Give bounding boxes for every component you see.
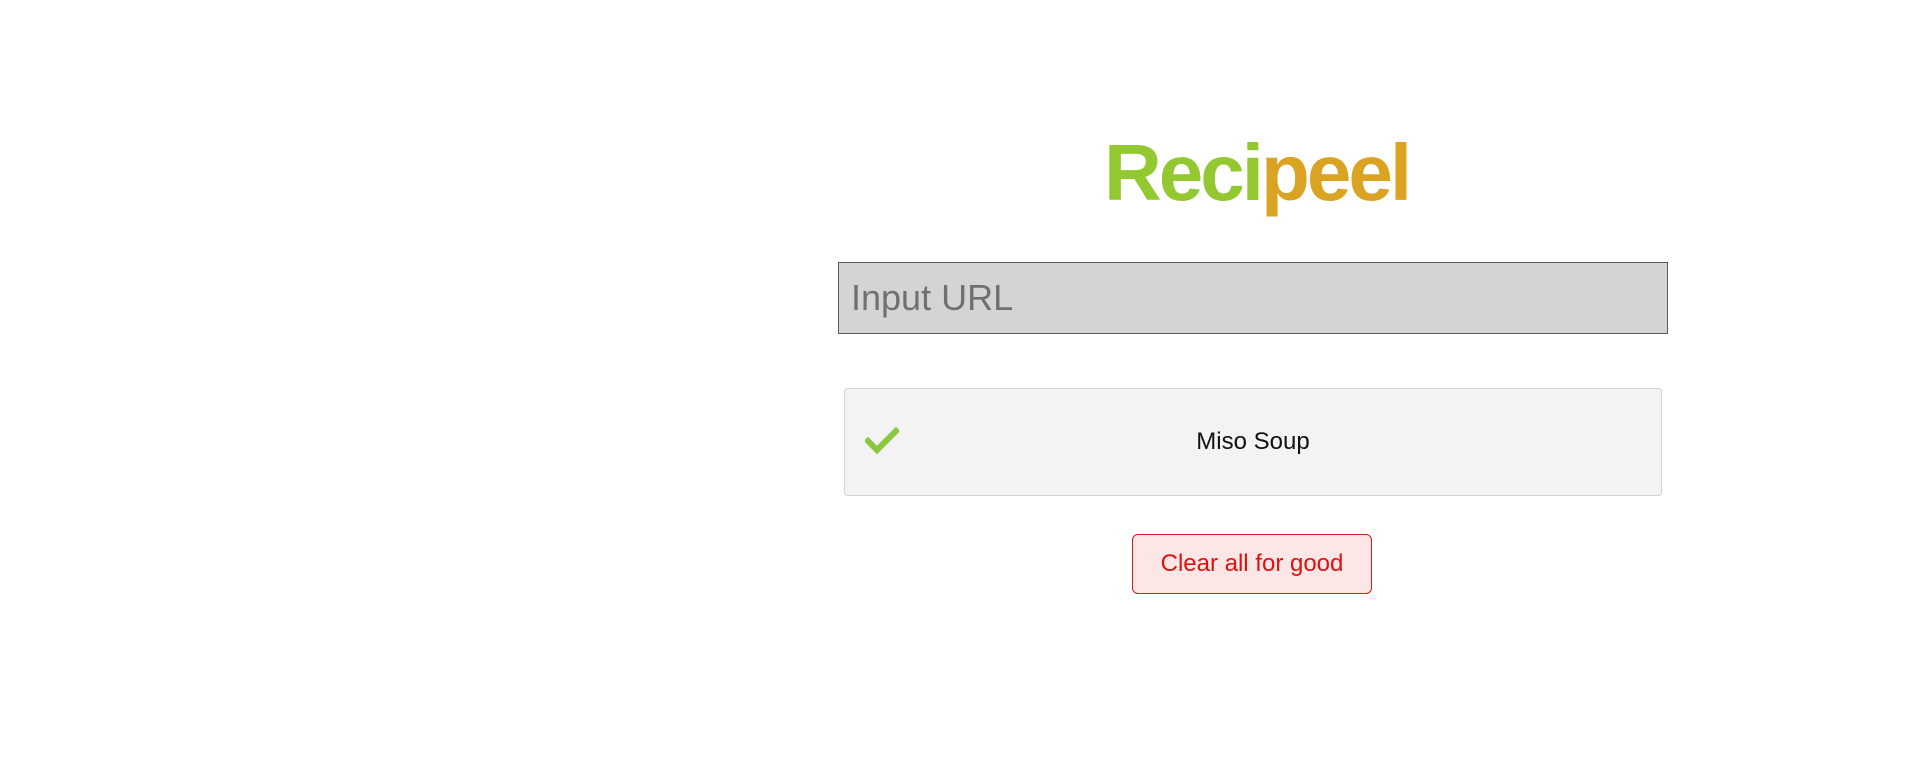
logo-part-peel: peel	[1260, 128, 1412, 217]
recipe-list-item[interactable]: Miso Soup	[844, 388, 1662, 496]
logo-part-reci: Reci	[1104, 128, 1264, 217]
clear-all-button[interactable]: Clear all for good	[1132, 534, 1372, 594]
recipe-name: Miso Soup	[1196, 428, 1310, 455]
url-input[interactable]	[838, 262, 1668, 334]
app-root: Recipeel Miso Soup Clear all for good	[0, 0, 1920, 771]
app-logo: Recipeel	[1104, 128, 1412, 218]
